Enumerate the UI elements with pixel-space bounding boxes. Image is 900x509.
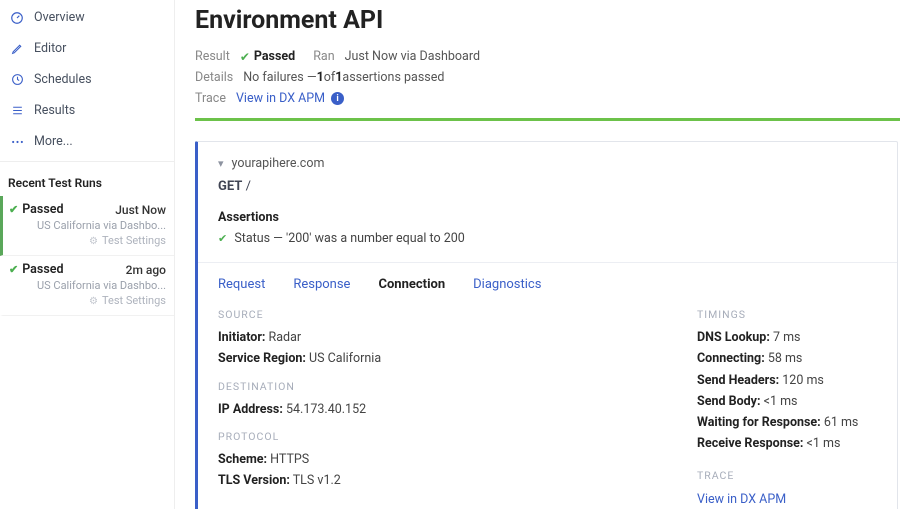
run-settings-link[interactable]: ⚙Test Settings xyxy=(9,294,166,307)
assertions-title: Assertions xyxy=(218,210,877,225)
recent-runs-header: Recent Test Runs xyxy=(0,166,174,196)
nav-more[interactable]: More... xyxy=(0,126,174,157)
gear-icon: ⚙ xyxy=(89,296,98,307)
run-time: Just Now xyxy=(115,203,166,217)
pencil-icon xyxy=(8,42,26,56)
ran-value: Just Now via Dashboard xyxy=(345,49,480,64)
result-line: Result ✔ Passed Ran Just Now via Dashboa… xyxy=(195,49,900,64)
run-status-text: Passed xyxy=(22,202,63,217)
run-settings-link[interactable]: ⚙Test Settings xyxy=(9,234,166,247)
sendbody-row: Send Body: <1 ms xyxy=(697,391,867,412)
check-icon: ✔ xyxy=(9,203,18,216)
nav-label: Editor xyxy=(34,41,66,56)
host-name: yourapihere.com xyxy=(232,156,325,171)
details-label: Details xyxy=(195,70,233,85)
nav-results[interactable]: Results xyxy=(0,95,174,126)
tab-diagnostics[interactable]: Diagnostics xyxy=(473,277,541,292)
trace-label: Trace xyxy=(195,91,226,106)
run-location: US California via Dashbo... xyxy=(9,279,166,292)
trace-line: Trace View in DX APM i xyxy=(195,91,900,106)
status-bar xyxy=(195,118,900,121)
sidebar: Overview Editor Schedules Results More..… xyxy=(0,0,175,509)
connection-left-column: SOURCE Initiator: Radar Service Region: … xyxy=(218,302,381,491)
sendheaders-row: Send Headers: 120 ms xyxy=(697,370,867,391)
nav-label: Overview xyxy=(34,10,85,25)
page-title: Environment API xyxy=(195,6,900,35)
nav-schedules[interactable]: Schedules xyxy=(0,64,174,95)
timings-label: TIMINGS xyxy=(697,308,867,321)
details-line: Details No failures — 1 of 1 assertions … xyxy=(195,70,900,85)
trace-section-label: TRACE xyxy=(697,469,867,482)
tab-request[interactable]: Request xyxy=(218,277,265,292)
ran-label: Ran xyxy=(313,49,334,64)
receive-row: Receive Response: <1 ms xyxy=(697,433,867,454)
tabs: Request Response Connection Diagnostics xyxy=(218,263,877,302)
nav-label: Results xyxy=(34,103,75,118)
main-content: Environment API Result ✔ Passed Ran Just… xyxy=(175,0,900,509)
check-icon: ✔ xyxy=(218,232,227,245)
dots-icon xyxy=(8,135,26,149)
nav-overview[interactable]: Overview xyxy=(0,2,174,33)
clock-icon xyxy=(8,73,26,87)
gear-icon: ⚙ xyxy=(89,236,98,247)
result-label: Result xyxy=(195,49,230,64)
protocol-label: Protocol xyxy=(218,430,381,443)
recent-run-item[interactable]: ✔ Passed 2m ago US California via Dashbo.… xyxy=(0,256,174,316)
gauge-icon xyxy=(8,11,26,25)
chevron-down-icon: ▾ xyxy=(218,157,224,170)
info-icon[interactable]: i xyxy=(331,92,344,105)
trace-link-card[interactable]: View in DX APM xyxy=(697,492,786,507)
tab-response[interactable]: Response xyxy=(293,277,350,292)
destination-label: DESTINATION xyxy=(218,380,381,393)
initiator-row: Initiator: Radar xyxy=(218,327,381,348)
request-card: ▾ yourapihere.com GET / Assertions ✔ Sta… xyxy=(195,141,898,509)
request-line: GET / xyxy=(218,179,877,194)
connection-right-column: TIMINGS DNS Lookup: 7 ms Connecting: 58 … xyxy=(697,302,867,507)
nav-editor[interactable]: Editor xyxy=(0,33,174,64)
tls-row: TLS Version: TLS v1.2 xyxy=(218,470,381,491)
run-location: US California via Dashbo... xyxy=(9,219,166,232)
result-value: Passed xyxy=(254,49,295,64)
trace-link[interactable]: View in DX APM xyxy=(236,91,325,106)
run-time: 2m ago xyxy=(126,263,166,277)
dns-row: DNS Lookup: 7 ms xyxy=(697,327,867,348)
nav-label: More... xyxy=(34,134,73,149)
check-icon: ✔ xyxy=(9,263,18,276)
source-label: SOURCE xyxy=(218,308,381,321)
card-header[interactable]: ▾ yourapihere.com xyxy=(218,156,877,171)
check-icon: ✔ xyxy=(240,50,250,64)
region-row: Service Region: US California xyxy=(218,348,381,369)
nav-label: Schedules xyxy=(34,72,92,87)
assertion-row: ✔ Status — '200' was a number equal to 2… xyxy=(218,231,877,246)
recent-run-item[interactable]: ✔ Passed Just Now US California via Dashb… xyxy=(0,196,174,256)
list-icon xyxy=(8,104,26,118)
divider xyxy=(0,161,174,162)
waiting-row: Waiting for Response: 61 ms xyxy=(697,412,867,433)
scheme-row: Scheme: HTTPS xyxy=(218,449,381,470)
connecting-row: Connecting: 58 ms xyxy=(697,348,867,369)
tab-connection[interactable]: Connection xyxy=(378,277,445,292)
run-status-text: Passed xyxy=(22,262,63,277)
ip-row: IP Address: 54.173.40.152 xyxy=(218,399,381,420)
